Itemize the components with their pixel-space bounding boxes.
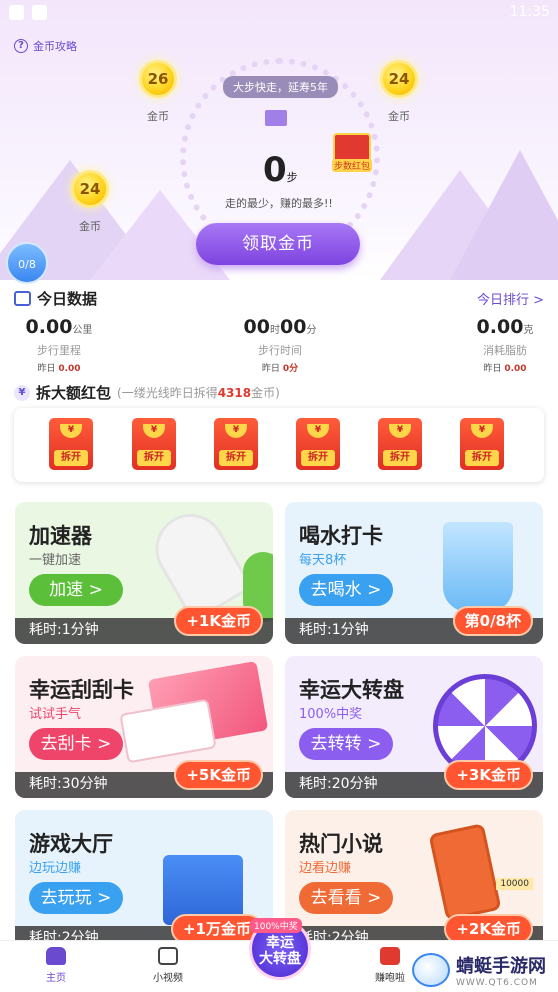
- phone-icon: [428, 823, 502, 921]
- task-duration: 耗时:30分钟: [29, 776, 108, 792]
- read-novel-button[interactable]: 去看看 >: [299, 882, 393, 914]
- dragonfly-logo-icon: [412, 953, 450, 987]
- task-card-wheel[interactable]: 幸运大转盘 100%中奖 去转转 > 耗时:20分钟 +3K金币: [285, 656, 543, 798]
- redpacket[interactable]: ¥ 拆开: [132, 418, 176, 470]
- coin-bubble[interactable]: 24: [71, 170, 109, 208]
- water-cup-icon: [443, 522, 513, 612]
- notification-icon: [32, 5, 47, 20]
- counter-label: 10000: [496, 878, 533, 890]
- coin-bubble-label: 金币: [388, 110, 410, 123]
- wheel-badge-top: 100%中奖: [250, 918, 302, 933]
- task-card-water[interactable]: 喝水打卡 每天8杯 去喝水 > 耗时:1分钟 第0/8杯: [285, 502, 543, 644]
- status-time: 11:35: [509, 4, 550, 20]
- gold-tips-label: 金币攻略: [33, 40, 77, 53]
- gold-tips-link[interactable]: ? 金币攻略: [14, 38, 77, 54]
- tab-earn[interactable]: 赚咆啦: [360, 947, 420, 984]
- task-card-scratch[interactable]: 幸运刮刮卡 试试手气 去刮卡 > 耗时:30分钟 +5K金币: [15, 656, 273, 798]
- accelerate-button[interactable]: 加速 >: [29, 574, 123, 606]
- slogan-pill: 大步快走，延寿5年: [223, 76, 338, 98]
- reward-badge: 第0/8杯: [452, 606, 533, 636]
- task-card-novel[interactable]: 10000 热门小说 边看边赚 去看看 > 耗时:2分钟 +2K金币: [285, 810, 543, 952]
- help-icon: ?: [14, 39, 28, 53]
- tab-short-video[interactable]: 小视频: [138, 947, 198, 984]
- mountain-decoration: [450, 150, 558, 280]
- redpacket-title: ¥ 拆大额红包 (一缕光线昨日拆得4318金币): [14, 382, 280, 403]
- redpacket[interactable]: ¥ 拆开: [460, 418, 504, 470]
- home-icon: [46, 947, 66, 965]
- coin-bubble-label: 金币: [79, 220, 101, 233]
- video-icon: [158, 947, 178, 965]
- coin-bubble-label: 金币: [147, 110, 169, 123]
- yuan-icon: ¥: [14, 384, 30, 401]
- coin-bubble[interactable]: 24: [380, 60, 418, 98]
- redpacket-tab-icon: [380, 947, 400, 965]
- reward-badge: +5K金币: [174, 760, 263, 790]
- task-card-games[interactable]: 游戏大厅 边玩边赚 去玩玩 > 耗时:2分钟 +1万金币: [15, 810, 273, 952]
- scratch-button[interactable]: 去刮卡 >: [29, 728, 123, 760]
- watermark: 蜻蜓手游网 WWW.QT6.COM: [412, 952, 546, 988]
- stats-icon: [14, 291, 31, 306]
- claim-coins-button[interactable]: 领取金币: [196, 223, 360, 265]
- step-redpacket-tag: 步数红包: [332, 159, 373, 172]
- redpacket-row: ¥ 拆开 ¥ 拆开 ¥ 拆开 ¥ 拆开 ¥ 拆开 ¥ 拆开: [14, 408, 544, 482]
- scratch-card-icon: [119, 698, 217, 764]
- envelope-icon: [265, 110, 287, 126]
- steps-count: 0步: [263, 150, 298, 190]
- play-games-button[interactable]: 去玩玩 >: [29, 882, 123, 914]
- task-duration: 耗时:1分钟: [29, 622, 99, 638]
- reward-badge: +3K金币: [444, 760, 533, 790]
- stat-duration: 00时00分 步行时间 昨日 0分: [243, 316, 317, 374]
- redpacket[interactable]: ¥ 拆开: [49, 418, 93, 470]
- stat-distance: 0.00公里 步行里程 昨日 0.00: [25, 316, 93, 374]
- stat-fat: 0.00克 消耗脂肪 昨日 0.00: [476, 316, 534, 374]
- today-rank-link[interactable]: 今日排行 >: [477, 289, 544, 308]
- spin-button[interactable]: 去转转 >: [299, 728, 393, 760]
- status-bar: 11:35: [0, 0, 558, 26]
- redpacket[interactable]: ¥ 拆开: [214, 418, 258, 470]
- task-card-accelerator[interactable]: 加速器 一键加速 加速 > 耗时:1分钟 +1K金币: [15, 502, 273, 644]
- redpacket[interactable]: ¥ 拆开: [296, 418, 340, 470]
- notification-icon: [9, 5, 24, 20]
- water-cup-progress[interactable]: 0/8: [6, 242, 48, 284]
- today-data-title: 今日数据: [14, 288, 97, 309]
- reward-badge: +1K金币: [174, 606, 263, 636]
- coin-bubble[interactable]: 26: [139, 60, 177, 98]
- rocket-icon: [142, 502, 254, 623]
- task-duration: 耗时:1分钟: [299, 622, 369, 638]
- tab-home[interactable]: 主页: [26, 947, 86, 984]
- task-duration: 耗时:20分钟: [299, 776, 378, 792]
- redpacket[interactable]: ¥ 拆开: [378, 418, 422, 470]
- redpacket-subtitle: (一缕光线昨日拆得4318金币): [117, 386, 280, 400]
- drink-water-button[interactable]: 去喝水 >: [299, 574, 393, 606]
- steps-subtitle: 走的最少，赚的最多!!: [225, 197, 333, 210]
